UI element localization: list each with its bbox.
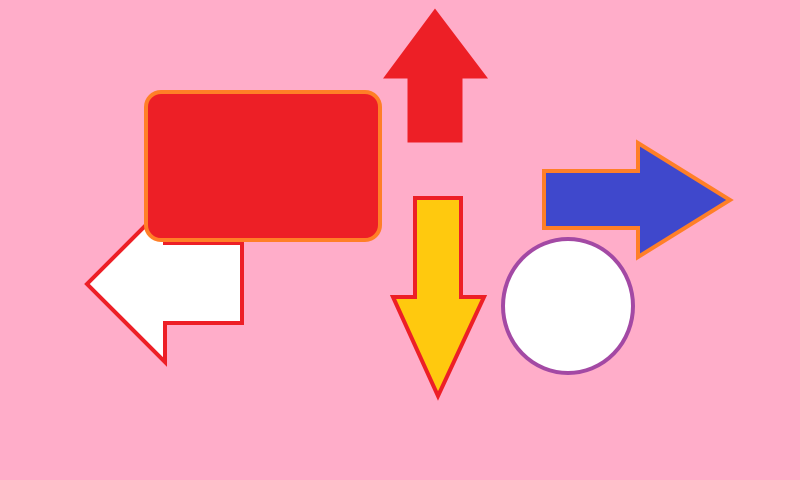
shapes-canvas <box>0 0 800 480</box>
circle <box>501 237 635 375</box>
rounded-rectangle <box>144 90 382 242</box>
